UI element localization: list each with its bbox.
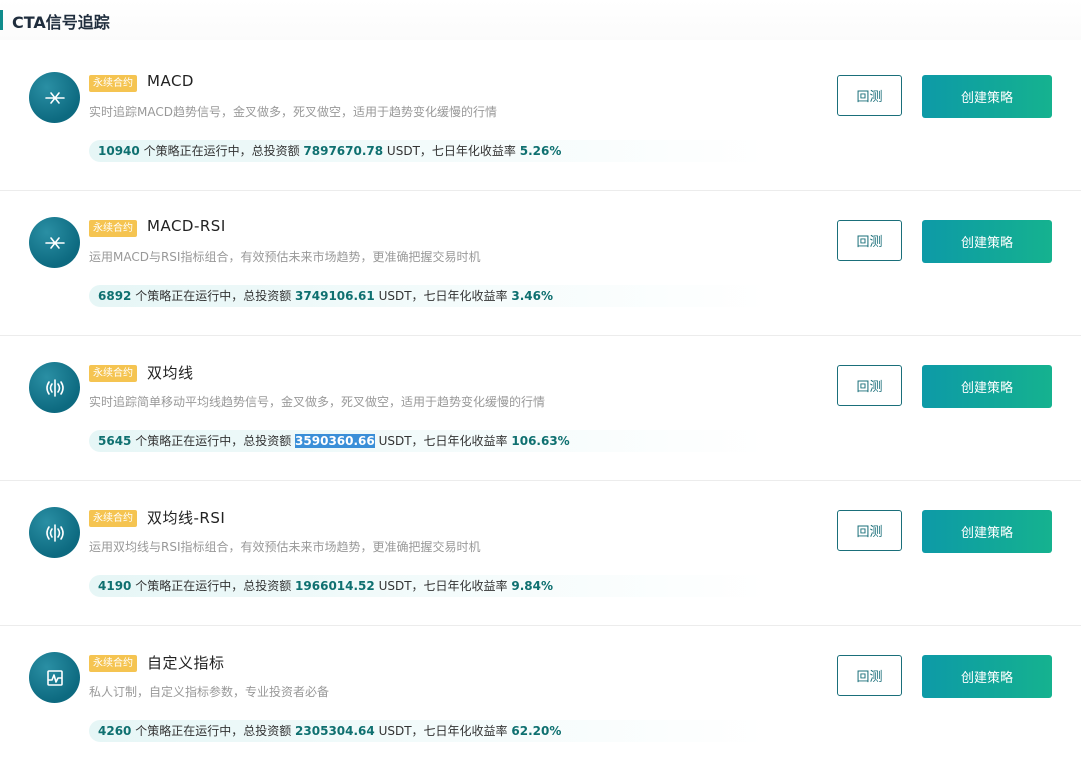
title-accent-bar [0, 10, 3, 30]
strategy-card-custom: 永续合约 自定义指标 私人订制，自定义指标参数，专业投资者必备 4260 个策略… [0, 626, 1081, 771]
stats-text-running: 个策略正在运行中，总投资额 [131, 289, 296, 303]
backtest-button[interactable]: 回测 [837, 365, 902, 406]
running-count: 6892 [98, 289, 132, 303]
strategy-name: MACD [147, 72, 194, 90]
strategy-card-macd: 永续合约 MACD 实时追踪MACD趋势信号，金叉做多，死叉做空，适用于趋势变化… [0, 46, 1081, 191]
stats-text-yield: USDT，七日年化收益率 [374, 434, 512, 448]
contract-badge: 永续合约 [89, 655, 137, 672]
create-strategy-button[interactable]: 创建策略 [922, 510, 1052, 553]
contract-badge: 永续合约 [89, 510, 137, 527]
create-strategy-button[interactable]: 创建策略 [922, 75, 1052, 118]
stats-text-running: 个策略正在运行中，总投资额 [139, 144, 304, 158]
strategy-card-dual-ma-rsi: 永续合约 双均线-RSI 运用双均线与RSI指标组合，有效预估未来市场趋势，更准… [0, 481, 1081, 626]
strategy-card-dual-ma: 永续合约 双均线 实时追踪简单移动平均线趋势信号，金叉做多，死叉做空，适用于趋势… [0, 336, 1081, 481]
contract-badge: 永续合约 [89, 75, 137, 92]
strategy-list: 永续合约 MACD 实时追踪MACD趋势信号，金叉做多，死叉做空，适用于趋势变化… [0, 46, 1081, 771]
strategy-description: 运用双均线与RSI指标组合，有效预估未来市场趋势，更准确把握交易时机 [89, 540, 481, 554]
stats-text-yield: USDT，七日年化收益率 [383, 144, 520, 158]
strategy-stats: 6892 个策略正在运行中，总投资额 3749106.61 USDT，七日年化收… [89, 285, 769, 307]
strategy-stats: 10940 个策略正在运行中，总投资额 7897670.78 USDT，七日年化… [89, 140, 769, 162]
running-count: 10940 [98, 144, 140, 158]
running-count: 4260 [98, 724, 132, 738]
create-strategy-button[interactable]: 创建策略 [922, 365, 1052, 408]
total-investment: 3749106.61 [295, 289, 375, 303]
backtest-button[interactable]: 回测 [837, 220, 902, 261]
stats-text-running: 个策略正在运行中，总投资额 [131, 579, 296, 593]
seven-day-yield: 62.20% [511, 724, 562, 738]
stats-text-yield: USDT，七日年化收益率 [374, 289, 512, 303]
strategy-stats: 5645 个策略正在运行中，总投资额 3590360.66 USDT，七日年化收… [89, 430, 769, 452]
total-investment: 3590360.66 [295, 434, 375, 448]
custom-chart-icon [29, 652, 80, 703]
section-header: CTA信号追踪 [0, 0, 1081, 40]
strategy-card-macd-rsi: 永续合约 MACD-RSI 运用MACD与RSI指标组合，有效预估未来市场趋势，… [0, 191, 1081, 336]
backtest-button[interactable]: 回测 [837, 510, 902, 551]
backtest-button[interactable]: 回测 [837, 75, 902, 116]
backtest-button[interactable]: 回测 [837, 655, 902, 696]
contract-badge: 永续合约 [89, 365, 137, 382]
total-investment: 2305304.64 [295, 724, 375, 738]
contract-badge: 永续合约 [89, 220, 137, 237]
strategy-name: 自定义指标 [147, 654, 225, 672]
create-strategy-button[interactable]: 创建策略 [922, 220, 1052, 263]
stats-text-running: 个策略正在运行中，总投资额 [131, 724, 296, 738]
crossover-icon [29, 72, 80, 123]
strategy-description: 运用MACD与RSI指标组合，有效预估未来市场趋势，更准确把握交易时机 [89, 250, 481, 264]
strategy-description: 私人订制，自定义指标参数，专业投资者必备 [89, 685, 330, 699]
total-investment: 7897670.78 [303, 144, 384, 158]
strategy-stats: 4260 个策略正在运行中，总投资额 2305304.64 USDT，七日年化收… [89, 720, 769, 742]
running-count: 4190 [98, 579, 132, 593]
strategy-name: 双均线 [147, 364, 194, 382]
running-count: 5645 [98, 434, 132, 448]
strategy-description: 实时追踪MACD趋势信号，金叉做多，死叉做空，适用于趋势变化缓慢的行情 [89, 105, 497, 119]
seven-day-yield: 9.84% [511, 579, 554, 593]
crossover-icon [29, 217, 80, 268]
strategy-name: 双均线-RSI [147, 509, 226, 527]
strategy-name: MACD-RSI [147, 217, 226, 235]
page-title: CTA信号追踪 [12, 13, 110, 32]
create-strategy-button[interactable]: 创建策略 [922, 655, 1052, 698]
strategy-stats: 4190 个策略正在运行中，总投资额 1966014.52 USDT，七日年化收… [89, 575, 769, 597]
seven-day-yield: 5.26% [519, 144, 562, 158]
signal-wave-icon [29, 362, 80, 413]
seven-day-yield: 3.46% [511, 289, 554, 303]
seven-day-yield: 106.63% [511, 434, 570, 448]
stats-text-yield: USDT，七日年化收益率 [374, 724, 512, 738]
stats-text-yield: USDT，七日年化收益率 [374, 579, 512, 593]
total-investment: 1966014.52 [295, 579, 375, 593]
strategy-description: 实时追踪简单移动平均线趋势信号，金叉做多，死叉做空，适用于趋势变化缓慢的行情 [89, 395, 546, 409]
signal-wave-icon [29, 507, 80, 558]
stats-text-running: 个策略正在运行中，总投资额 [131, 434, 296, 448]
